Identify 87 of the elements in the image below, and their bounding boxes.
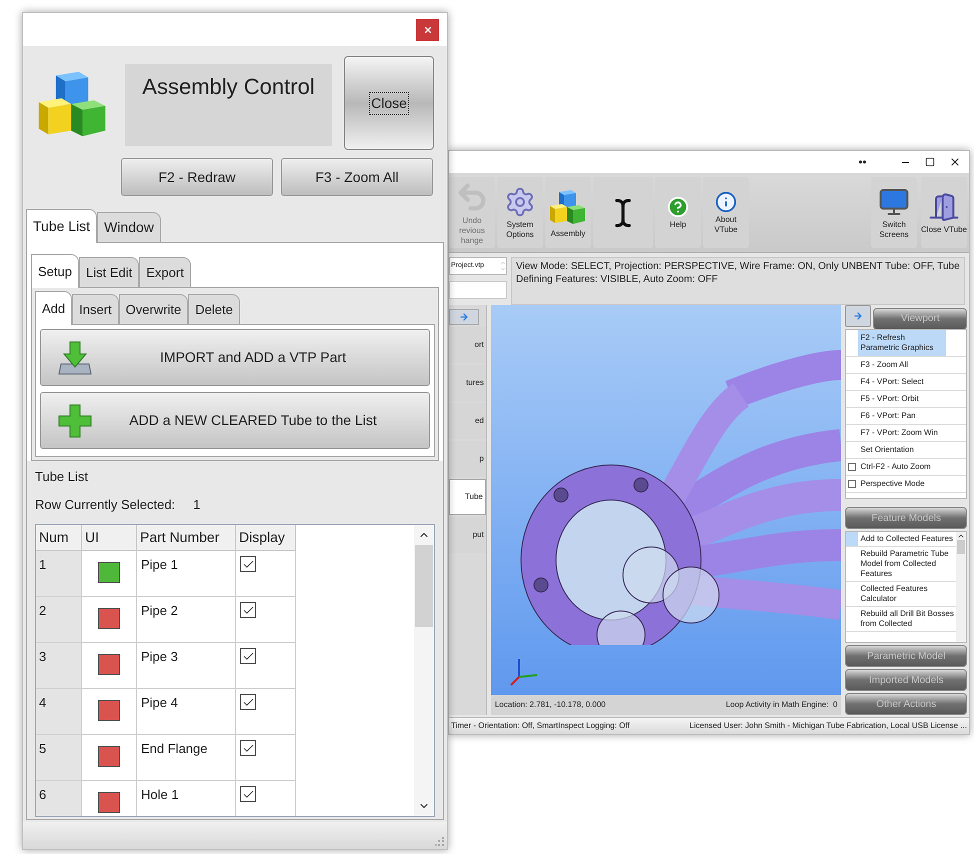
arrow-button[interactable] — [449, 309, 479, 325]
column-header[interactable]: Part Number — [137, 525, 236, 551]
checkbox[interactable] — [240, 648, 256, 664]
close-icon — [422, 24, 432, 34]
scroll-thumb[interactable] — [415, 545, 433, 627]
toolbar-button[interactable]: F3 - Zoom All — [281, 158, 433, 196]
close-icon[interactable] — [949, 156, 961, 168]
plus-icon — [57, 402, 93, 438]
scroll-up-icon[interactable] — [957, 532, 965, 540]
row-selected-value: 1 — [193, 496, 200, 514]
tab[interactable]: Setup — [31, 254, 79, 288]
list-item[interactable]: F4 - VPort: Select — [858, 374, 946, 390]
action-button[interactable]: IMPORT and ADD a VTP Part — [40, 329, 430, 386]
resize-grip-icon[interactable] — [435, 837, 445, 847]
tab[interactable]: Tube List — [26, 209, 98, 243]
toolbar-button[interactable]: Close VTube — [921, 177, 967, 248]
tab[interactable]: Export — [139, 257, 191, 287]
list-item[interactable]: Add to Collected Features — [846, 532, 956, 547]
table-cell: Pipe 2 — [137, 597, 236, 643]
scrollbar[interactable] — [414, 525, 434, 816]
arrow-icon — [853, 311, 864, 321]
table-cell: End Flange — [137, 735, 236, 781]
table-cell: 5 — [36, 735, 82, 781]
column-header[interactable]: Num — [36, 525, 82, 551]
list-item[interactable]: F6 - VPort: Pan — [858, 408, 946, 424]
list-item[interactable]: F7 - VPort: Zoom Win — [858, 425, 946, 441]
status-text: Timer - Orientation: Off, SmartInspect Logging: Off — [451, 720, 630, 732]
download-icon — [57, 340, 93, 376]
list-title: Tube List — [35, 468, 89, 486]
info-icon — [715, 190, 737, 212]
tab[interactable]: Add — [35, 291, 72, 325]
checkbox[interactable] — [240, 602, 256, 618]
checkbox[interactable] — [240, 786, 256, 802]
list-item[interactable]: Ctrl-F2 - Auto Zoom — [858, 459, 946, 475]
list-item[interactable]: Set Orientation — [858, 442, 946, 458]
arrow-icon — [459, 312, 469, 322]
tab[interactable]: Insert — [72, 294, 119, 324]
tab[interactable]: List Edit — [78, 257, 140, 287]
arrow-button[interactable] — [845, 305, 872, 327]
list-item[interactable]: F5 - VPort: Orbit — [858, 391, 946, 407]
column-header[interactable]: Display — [236, 525, 296, 551]
list-item[interactable]: Perspective Mode — [858, 476, 946, 492]
table-cell: Pipe 1 — [137, 551, 236, 597]
toolbar-button[interactable]: Assembly — [545, 177, 591, 248]
side-item[interactable]: Tube — [449, 479, 486, 515]
loop-activity-text: Loop Activity in Math Engine: 0 — [726, 699, 838, 711]
viewport[interactable] — [490, 305, 842, 695]
checkbox[interactable] — [240, 694, 256, 710]
window-title: Assembly Control — [142, 73, 315, 101]
tab[interactable]: Window — [97, 212, 161, 242]
table-cell: 3 — [36, 643, 82, 689]
table-cell: 6 — [36, 781, 82, 816]
toolbar-button[interactable]: System Options — [497, 177, 543, 248]
close-dialog-button[interactable]: Close — [344, 56, 434, 150]
toolbar-button[interactable]: About VTube — [703, 177, 749, 248]
toolbar-button[interactable]: Help — [655, 177, 701, 248]
close-button[interactable] — [416, 18, 439, 40]
settings-icon — [504, 186, 536, 218]
location-text: Location: 2.781, -10.178, 0.000 — [494, 699, 606, 711]
table-cell: 2 — [36, 597, 82, 643]
action-button[interactable]: ADD a NEW CLEARED Tube to the List — [40, 392, 430, 449]
toolbar-button[interactable]: F2 - Redraw — [121, 158, 273, 196]
table-cell: Pipe 3 — [137, 643, 236, 689]
status-message: View Mode: SELECT, Projection: PERSPECTIVE, Wire Frame: ON, Only UNBENT Tube: OFF, Tube Defining Features: VISIBLE, Auto Zoom: OFF — [511, 257, 965, 305]
input-field[interactable] — [449, 281, 507, 299]
checkbox[interactable] — [240, 740, 256, 756]
row-selected-label: Row Currently Selected: — [35, 496, 176, 514]
help-icon — [667, 196, 689, 218]
list-item[interactable]: F2 - Refresh Parametric Graphics — [858, 330, 946, 356]
toolbar-button[interactable] — [593, 177, 653, 248]
list-item[interactable]: F3 - Zoom All — [858, 357, 946, 373]
tab[interactable]: Delete — [188, 294, 240, 324]
table-cell: 4 — [36, 689, 82, 735]
scrollbar[interactable] — [956, 532, 966, 642]
tab[interactable]: Overwrite — [118, 294, 188, 324]
double-dot-icon — [859, 160, 866, 164]
column-header[interactable]: UI — [82, 525, 137, 551]
checkbox[interactable] — [848, 480, 856, 488]
maximize-icon[interactable] — [925, 157, 935, 167]
license-text: Licensed User: John Smith - Michigan Tube Fabrication, Local USB License ... — [690, 720, 967, 732]
checkbox[interactable] — [240, 556, 256, 572]
scroll-thumb[interactable] — [957, 540, 965, 554]
table-cell: Pipe 4 — [137, 689, 236, 735]
table-cell: 1 — [36, 551, 82, 597]
door-icon — [928, 190, 960, 222]
toolbar-button[interactable]: Switch Screens — [871, 177, 917, 248]
checkbox[interactable] — [848, 463, 856, 471]
